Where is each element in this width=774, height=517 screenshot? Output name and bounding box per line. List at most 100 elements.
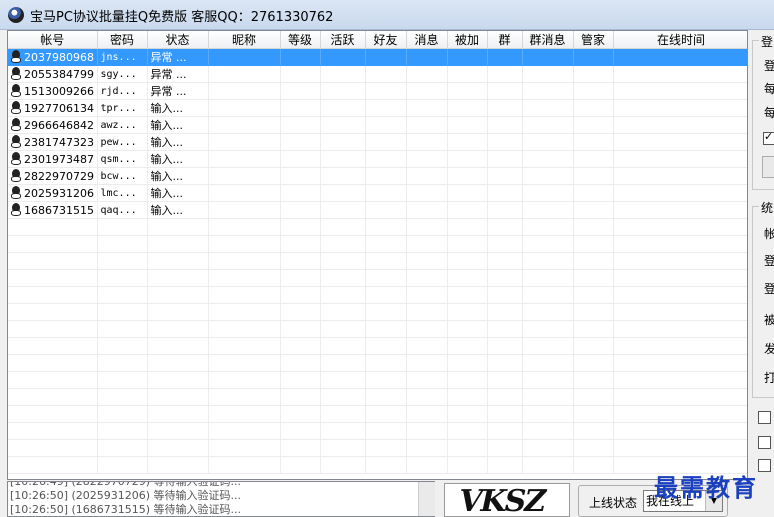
empty-cell — [487, 337, 523, 355]
empty-row — [8, 405, 747, 423]
empty-cell — [208, 371, 281, 389]
empty-cell — [8, 286, 98, 304]
empty-cell — [365, 371, 407, 389]
empty-cell — [208, 218, 281, 236]
empty-cell — [447, 82, 488, 100]
empty-cell — [365, 150, 407, 168]
empty-cell — [406, 388, 448, 406]
table-row[interactable]: 1927706134 tpr... 输入... — [8, 99, 747, 117]
login-setting-button[interactable] — [762, 156, 774, 178]
table-row[interactable]: 2025931206 lmc... 输入... — [8, 184, 747, 202]
empty-cell — [447, 456, 488, 474]
empty-cell — [320, 439, 366, 457]
empty-cell — [406, 82, 448, 100]
empty-cell — [97, 218, 148, 236]
empty-cell — [280, 422, 321, 440]
log-panel[interactable]: [10:26:49] (2822970729) 等待输入验证码... [10:2… — [7, 481, 435, 517]
column-header[interactable]: 在线时间 — [613, 31, 747, 49]
empty-cell — [406, 371, 448, 389]
empty-cell — [447, 48, 488, 66]
table-row[interactable]: 1686731515 qaq... 输入... — [8, 201, 747, 219]
empty-cell — [8, 439, 98, 457]
option-checkbox-2[interactable] — [758, 436, 771, 449]
empty-cell — [8, 303, 98, 321]
stat-item-3: 登 — [764, 282, 774, 296]
column-header[interactable]: 密码 — [97, 31, 148, 49]
table-row[interactable]: 2055384799 sgy... 异常 ... — [8, 65, 747, 83]
table-row[interactable]: 2301973487 qsm... 输入... — [8, 150, 747, 168]
empty-cell — [365, 286, 407, 304]
table-row[interactable]: 2037980968 jns... 异常 ... — [8, 48, 747, 66]
window-title: 宝马PC协议批量挂Q免费版 客服QQ：2761330762 — [30, 10, 334, 25]
empty-cell — [208, 201, 281, 219]
empty-cell — [208, 354, 281, 372]
empty-cell — [406, 150, 448, 168]
empty-cell — [208, 388, 281, 406]
table-row[interactable]: 2966646842 awz... 输入... — [8, 116, 747, 134]
empty-cell — [573, 218, 614, 236]
empty-cell — [97, 388, 148, 406]
empty-cell — [280, 133, 321, 151]
column-header[interactable]: 活跃 — [320, 31, 366, 49]
empty-cell — [320, 252, 366, 270]
empty-cell — [447, 371, 488, 389]
empty-cell — [280, 354, 321, 372]
empty-cell — [447, 422, 488, 440]
empty-cell — [97, 269, 148, 287]
column-header[interactable]: 昵称 — [208, 31, 281, 49]
table-row[interactable]: 2381747323 pew... 输入... — [8, 133, 747, 151]
empty-cell — [447, 201, 488, 219]
account-grid[interactable]: 帐号 密码 状态 昵称 等级 活跃 好友 消息 被加群群消息 管家 在线时间 2037980968 j… — [7, 30, 748, 480]
empty-cell — [447, 388, 488, 406]
empty-cell — [365, 303, 407, 321]
account-cell: 2037980968 — [8, 48, 98, 66]
empty-cell — [406, 167, 448, 185]
log-scrollbar[interactable] — [418, 482, 435, 516]
empty-row — [8, 422, 747, 440]
empty-cell — [320, 388, 366, 406]
empty-cell — [208, 286, 281, 304]
login-option-checkbox[interactable] — [763, 130, 774, 145]
empty-cell — [8, 405, 98, 423]
empty-cell — [522, 422, 574, 440]
empty-cell — [613, 405, 747, 423]
password-cell: lmc... — [97, 184, 148, 202]
empty-cell — [208, 184, 281, 202]
column-header[interactable]: 等级 — [280, 31, 321, 49]
column-header[interactable]: 消息 — [406, 31, 448, 49]
empty-cell — [406, 405, 448, 423]
empty-cell — [613, 388, 747, 406]
empty-cell — [573, 99, 614, 117]
password-cell: qsm... — [97, 150, 148, 168]
empty-cell — [8, 235, 98, 253]
empty-cell — [522, 303, 574, 321]
empty-cell — [522, 116, 574, 134]
empty-cell — [208, 320, 281, 338]
column-header[interactable]: 群 — [487, 31, 523, 49]
online-status-label: 上线状态 — [589, 496, 638, 510]
empty-cell — [522, 320, 574, 338]
empty-cell — [280, 388, 321, 406]
empty-cell — [280, 184, 321, 202]
empty-cell — [487, 167, 523, 185]
empty-cell — [365, 48, 407, 66]
option-checkbox-1[interactable] — [758, 411, 771, 424]
empty-cell — [406, 252, 448, 270]
column-header[interactable]: 帐号 — [8, 31, 98, 49]
column-header[interactable]: 被加 — [447, 31, 488, 49]
qq-penguin-icon — [10, 203, 22, 216]
option-checkbox-3[interactable] — [758, 459, 771, 472]
table-row[interactable]: 2822970729 bcw... 输入... — [8, 167, 747, 185]
qq-penguin-icon — [10, 50, 22, 63]
column-header[interactable]: 好友 — [365, 31, 407, 49]
empty-cell — [573, 320, 614, 338]
empty-cell — [406, 422, 448, 440]
table-row[interactable]: 1513009266 rjd... 异常 ... — [8, 82, 747, 100]
empty-cell — [522, 252, 574, 270]
column-header[interactable]: 群消息 — [522, 31, 574, 49]
column-header[interactable]: 管家 — [573, 31, 614, 49]
empty-cell — [447, 439, 488, 457]
empty-cell — [447, 337, 488, 355]
column-header[interactable]: 状态 — [147, 31, 209, 49]
empty-cell — [320, 286, 366, 304]
